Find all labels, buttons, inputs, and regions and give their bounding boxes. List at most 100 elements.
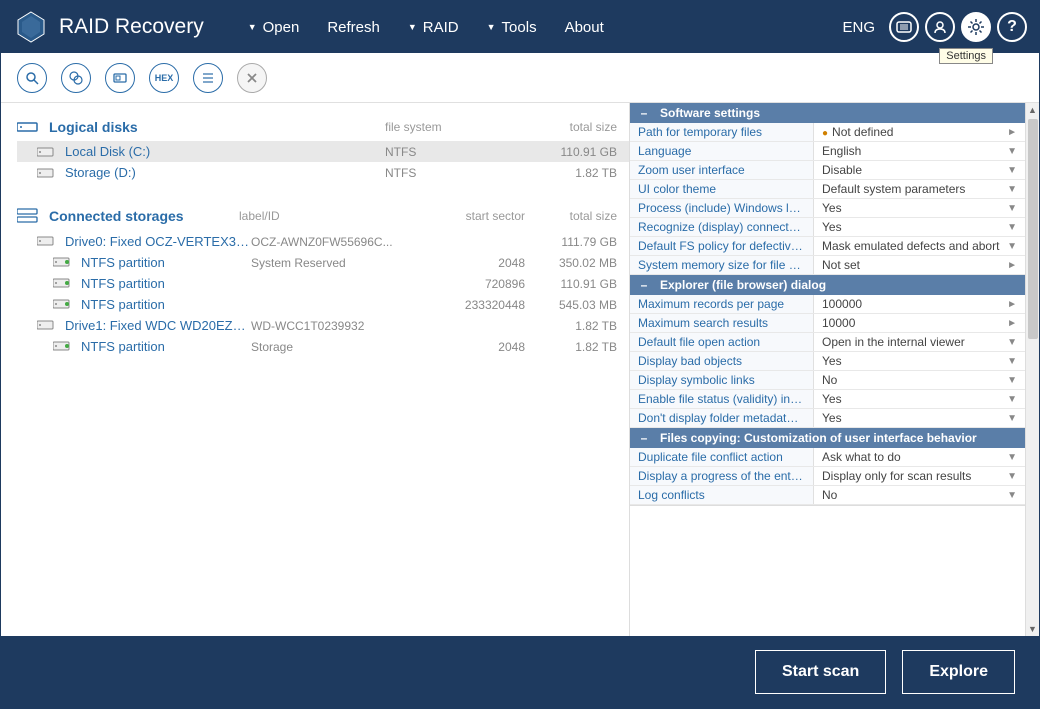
drive-id: WD-WCC1T0239932 (251, 319, 415, 333)
setting-value[interactable]: No ▼ (814, 371, 1025, 389)
settings-group-header[interactable]: –Files copying: Customization of user in… (630, 428, 1025, 448)
close-icon[interactable] (237, 63, 267, 93)
setting-value[interactable]: Default system parameters ▼ (814, 180, 1025, 198)
collapse-icon[interactable]: – (638, 278, 650, 292)
setting-key: Maximum search results (630, 314, 814, 332)
setting-value[interactable]: Ask what to do ▼ (814, 448, 1025, 466)
dropdown-icon: ▼ (1007, 356, 1017, 367)
titlebar: RAID Recovery ▼ Open Refresh ▼RAID ▼Tools… (1, 1, 1039, 53)
raid-builder-icon[interactable] (61, 63, 91, 93)
settings-group-header[interactable]: –Explorer (file browser) dialog (630, 275, 1025, 295)
start-scan-button[interactable]: Start scan (755, 650, 886, 694)
collapse-icon[interactable]: – (638, 106, 650, 120)
setting-row: Display a progress of the entire c... Di… (630, 467, 1025, 486)
setting-value[interactable]: Disable ▼ (814, 161, 1025, 179)
setting-row: Display bad objects Yes ▼ (630, 352, 1025, 371)
language-selector[interactable]: ENG (842, 19, 875, 36)
dropdown-icon: ▼ (1007, 203, 1017, 214)
menu-open[interactable]: ▼ Open (234, 13, 314, 42)
dropdown-icon: ▼ (248, 22, 257, 32)
scroll-down-icon[interactable]: ▼ (1026, 622, 1039, 636)
setting-row: Display symbolic links No ▼ (630, 371, 1025, 390)
scrollbar-thumb[interactable] (1028, 119, 1038, 339)
setting-value[interactable]: 100000 ► (814, 295, 1025, 313)
partition-start: 2048 (415, 256, 525, 270)
dropdown-icon: ▼ (487, 22, 496, 32)
setting-key: Process (include) Windows logical ... (630, 199, 814, 217)
setting-key: Path for temporary files (630, 123, 814, 141)
drive-size: 111.79 GB (525, 235, 625, 249)
logical-disk-row[interactable]: Storage (D:) NTFS 1.82 TB (17, 162, 629, 183)
setting-key: Default file open action (630, 333, 814, 351)
setting-key: Recognize (display) connected me... (630, 218, 814, 236)
setting-row: Enable file status (validity) indicati..… (630, 390, 1025, 409)
menu-open-label: Open (263, 19, 300, 36)
partition-row[interactable]: NTFS partition 233320448 545.03 MB (17, 294, 629, 315)
partition-name: NTFS partition (81, 255, 251, 270)
menu-tools[interactable]: ▼Tools (473, 13, 551, 42)
drive-row[interactable]: Drive0: Fixed OCZ-VERTEX3 (ATA) OCZ-AWNZ… (17, 231, 629, 252)
settings-tooltip: Settings (939, 48, 993, 64)
setting-value[interactable]: Open in the internal viewer ▼ (814, 333, 1025, 351)
list-view-icon[interactable] (193, 63, 223, 93)
setting-value[interactable]: Yes ▼ (814, 199, 1025, 217)
disk-filesystem: NTFS (385, 145, 525, 159)
scroll-up-icon[interactable]: ▲ (1026, 103, 1039, 117)
menu-about[interactable]: About (551, 13, 618, 42)
setting-value[interactable]: Yes ▼ (814, 218, 1025, 236)
setting-row: Path for temporary files ●Not defined ► (630, 123, 1025, 142)
col-label-id: label/ID (239, 209, 415, 223)
setting-value[interactable]: No ▼ (814, 486, 1025, 504)
collapse-icon[interactable]: – (638, 431, 650, 445)
partition-row[interactable]: NTFS partition System Reserved 2048 350.… (17, 252, 629, 273)
setting-key: Log conflicts (630, 486, 814, 504)
partition-row[interactable]: NTFS partition 720896 110.91 GB (17, 273, 629, 294)
settings-group-header[interactable]: –Software settings (630, 103, 1025, 123)
menu-raid[interactable]: ▼RAID (394, 13, 473, 42)
partition-start: 233320448 (415, 298, 525, 312)
setting-row: Default FS policy for defective blo... M… (630, 237, 1025, 256)
setting-key: Language (630, 142, 814, 160)
dropdown-icon: ▼ (1007, 146, 1017, 157)
help-button[interactable]: ? (997, 12, 1027, 42)
storage-tree: Logical disks file system total size Loc… (1, 103, 629, 636)
connected-storages-icon (17, 207, 41, 225)
disk-image-icon[interactable] (105, 63, 135, 93)
dropdown-icon: ► (1007, 318, 1017, 329)
explore-button[interactable]: Explore (902, 650, 1015, 694)
app-title: RAID Recovery (59, 15, 204, 39)
drive-id: OCZ-AWNZ0FW55696C... (251, 235, 415, 249)
setting-value[interactable]: Yes ▼ (814, 352, 1025, 370)
dropdown-icon: ▼ (1007, 184, 1017, 195)
view-mode-button[interactable] (889, 12, 919, 42)
setting-value[interactable]: 10000 ► (814, 314, 1025, 332)
setting-value[interactable]: Display only for scan results ▼ (814, 467, 1025, 485)
logical-disk-row[interactable]: Local Disk (C:) NTFS 110.91 GB (17, 141, 629, 162)
hex-viewer-icon[interactable]: HEX (149, 63, 179, 93)
user-button[interactable] (925, 12, 955, 42)
col-total-size-2: total size (525, 209, 625, 223)
setting-value[interactable]: English ▼ (814, 142, 1025, 160)
setting-value[interactable]: Yes ▼ (814, 409, 1025, 427)
drive-row[interactable]: Drive1: Fixed WDC WD20EZRX-00DC0... WD-W… (17, 315, 629, 336)
partition-label: System Reserved (251, 256, 415, 270)
setting-value[interactable]: Yes ▼ (814, 390, 1025, 408)
group-title: Explorer (file browser) dialog (660, 278, 826, 292)
setting-row: Default file open action Open in the int… (630, 333, 1025, 352)
setting-row: Process (include) Windows logical ... Ye… (630, 199, 1025, 218)
partition-row[interactable]: NTFS partition Storage 2048 1.82 TB (17, 336, 629, 357)
disk-icon (37, 145, 57, 159)
settings-scrollbar[interactable]: ▲ ▼ (1025, 103, 1039, 636)
partition-icon (53, 256, 73, 270)
menu-refresh[interactable]: Refresh (313, 13, 394, 42)
col-filesystem: file system (385, 120, 525, 134)
settings-button[interactable]: Settings (961, 12, 991, 42)
toolbar: HEX (1, 53, 1039, 103)
drive-icon (37, 319, 57, 333)
setting-value[interactable]: Mask emulated defects and abort ▼ (814, 237, 1025, 255)
setting-value[interactable]: ●Not defined ► (814, 123, 1025, 141)
setting-value[interactable]: Not set ► (814, 256, 1025, 274)
setting-key: Display bad objects (630, 352, 814, 370)
search-icon[interactable] (17, 63, 47, 93)
logical-disks-icon (17, 119, 41, 135)
